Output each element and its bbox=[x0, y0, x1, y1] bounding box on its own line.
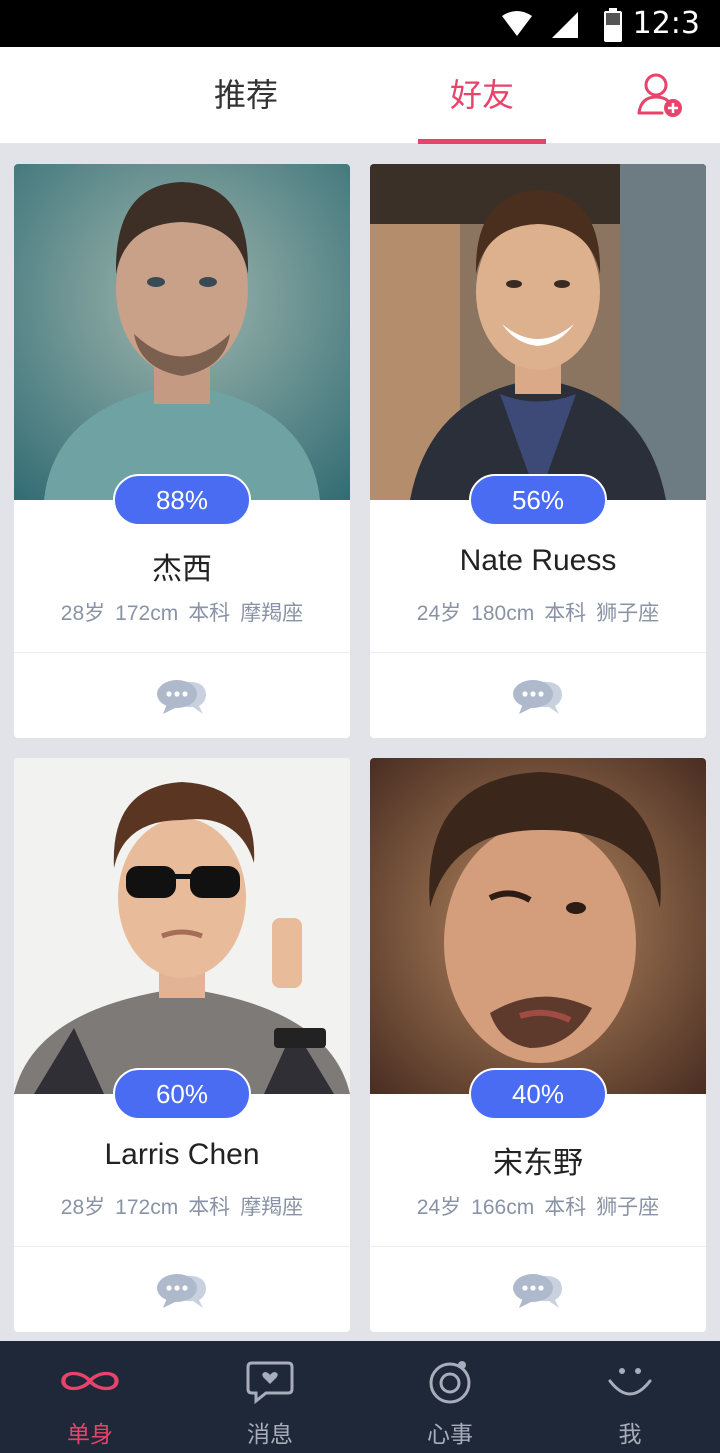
chat-bubbles-icon[interactable] bbox=[155, 1270, 209, 1310]
card-divider bbox=[370, 1246, 706, 1247]
status-time: 12:3 bbox=[632, 6, 700, 41]
top-tab-bar: 推荐 好友 bbox=[0, 47, 720, 144]
friend-age: 24岁 bbox=[416, 602, 462, 625]
infinity-icon bbox=[61, 1371, 119, 1391]
friend-name: Nate Ruess bbox=[459, 544, 617, 577]
nav-label-me: 我 bbox=[618, 1422, 642, 1448]
nav-label-singles: 单身 bbox=[67, 1422, 113, 1448]
friend-name: 宋东野 bbox=[493, 1147, 583, 1180]
tab-friends-label: 好友 bbox=[449, 76, 514, 114]
profile-photo bbox=[14, 758, 350, 1094]
card-divider bbox=[14, 1246, 350, 1247]
friend-info: 24岁 166cm 本科 狮子座 bbox=[370, 1191, 706, 1221]
friend-card-grid: 88% 杰西 28岁 172cm 本科 摩羯座 56% Nate Ruess 2… bbox=[0, 144, 720, 1341]
friend-height: 180cm bbox=[471, 602, 535, 625]
friend-age: 24岁 bbox=[416, 1196, 462, 1219]
bottom-navigation: 单身 消息 心事 我 bbox=[0, 1341, 720, 1453]
signal-icon bbox=[552, 12, 578, 38]
friend-height: 166cm bbox=[471, 1196, 535, 1219]
friend-education: 本科 bbox=[188, 602, 231, 625]
message-heart-icon bbox=[246, 1361, 294, 1405]
friend-height: 172cm bbox=[115, 602, 179, 625]
friend-zodiac: 摩羯座 bbox=[240, 1196, 304, 1219]
nav-item-me[interactable]: 我 bbox=[540, 1341, 720, 1453]
match-percentage-badge: 88% bbox=[113, 474, 251, 526]
friend-zodiac: 狮子座 bbox=[596, 1196, 660, 1219]
card-divider bbox=[14, 652, 350, 653]
card-divider bbox=[370, 652, 706, 653]
nav-label-thoughts: 心事 bbox=[427, 1422, 473, 1448]
chat-bubbles-icon[interactable] bbox=[511, 1270, 565, 1310]
friend-name: Larris Chen bbox=[104, 1138, 260, 1171]
wifi-icon bbox=[502, 11, 532, 36]
friend-education: 本科 bbox=[188, 1196, 231, 1219]
match-percentage-badge: 60% bbox=[113, 1068, 251, 1120]
friend-name: 杰西 bbox=[152, 553, 212, 586]
tab-friends[interactable]: 好友 bbox=[418, 47, 546, 144]
tab-recommend-label: 推荐 bbox=[213, 76, 278, 114]
friend-age: 28岁 bbox=[60, 1196, 106, 1219]
friend-education: 本科 bbox=[544, 602, 587, 625]
chat-bubbles-icon[interactable] bbox=[155, 676, 209, 716]
nav-item-singles[interactable]: 单身 bbox=[0, 1341, 180, 1453]
friend-zodiac: 狮子座 bbox=[596, 602, 660, 625]
profile-photo bbox=[370, 164, 706, 500]
friend-card[interactable]: 56% Nate Ruess 24岁 180cm 本科 狮子座 bbox=[370, 164, 706, 738]
add-user-icon[interactable] bbox=[636, 71, 684, 119]
match-percentage-badge: 40% bbox=[469, 1068, 607, 1120]
target-circle-icon bbox=[429, 1361, 471, 1404]
friend-height: 172cm bbox=[115, 1196, 179, 1219]
smiley-icon bbox=[608, 1368, 652, 1396]
profile-photo bbox=[370, 758, 706, 1094]
friend-info: 24岁 180cm 本科 狮子座 bbox=[370, 597, 706, 627]
friend-card[interactable]: 60% Larris Chen 28岁 172cm 本科 摩羯座 bbox=[14, 758, 350, 1332]
nav-item-thoughts[interactable]: 心事 bbox=[360, 1341, 540, 1453]
match-percentage-badge: 56% bbox=[469, 474, 607, 526]
status-bar: 12:3 bbox=[0, 0, 720, 47]
battery-icon bbox=[604, 8, 622, 42]
friend-info: 28岁 172cm 本科 摩羯座 bbox=[14, 597, 350, 627]
friend-card[interactable]: 88% 杰西 28岁 172cm 本科 摩羯座 bbox=[14, 164, 350, 738]
chat-bubbles-icon[interactable] bbox=[511, 676, 565, 716]
friend-education: 本科 bbox=[544, 1196, 587, 1219]
friend-zodiac: 摩羯座 bbox=[240, 602, 304, 625]
friend-card[interactable]: 40% 宋东野 24岁 166cm 本科 狮子座 bbox=[370, 758, 706, 1332]
friend-info: 28岁 172cm 本科 摩羯座 bbox=[14, 1191, 350, 1221]
profile-photo bbox=[14, 164, 350, 500]
tab-recommend[interactable]: 推荐 bbox=[182, 47, 310, 144]
friend-age: 28岁 bbox=[60, 602, 106, 625]
nav-item-messages[interactable]: 消息 bbox=[180, 1341, 360, 1453]
nav-label-messages: 消息 bbox=[247, 1422, 293, 1448]
